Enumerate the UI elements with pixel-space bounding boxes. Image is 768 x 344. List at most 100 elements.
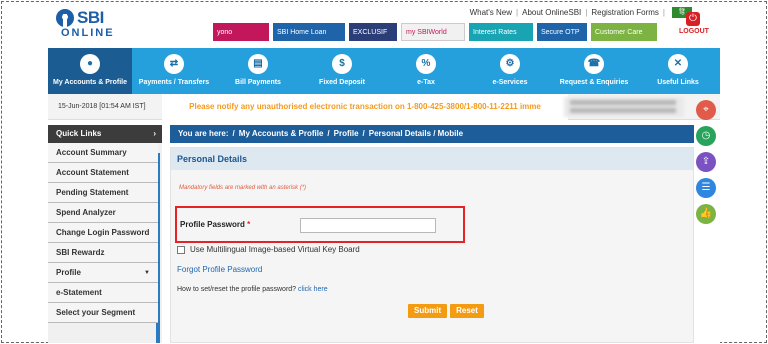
top-link-whats-new[interactable]: What's New bbox=[470, 8, 512, 17]
howto-text: How to set/reset the profile password? c… bbox=[177, 286, 328, 293]
sidebar-item-3[interactable]: Spend Analyzer bbox=[48, 203, 158, 223]
deposit-icon: $ bbox=[332, 54, 352, 74]
breadcrumb-separator: / bbox=[232, 129, 235, 138]
share-icon[interactable]: ⇪ bbox=[696, 152, 716, 172]
contact-icon[interactable]: ☰ bbox=[696, 178, 716, 198]
thumbs-up-icon[interactable]: 👍 bbox=[696, 204, 716, 224]
sbi-logo[interactable]: SBI ONLINE bbox=[56, 8, 116, 42]
sbi-page: SBI ONLINE What's New | About OnlineSBI … bbox=[48, 2, 720, 343]
nav-item-label: e-Services bbox=[492, 79, 528, 86]
banner-2[interactable]: EXCLUSIF bbox=[349, 23, 397, 41]
separator: | bbox=[585, 8, 588, 17]
sidebar-item-4[interactable]: Change Login Password bbox=[48, 223, 158, 243]
services-icon: ⚙ bbox=[500, 54, 520, 74]
screenshot: SBI ONLINE What's New | About OnlineSBI … bbox=[0, 0, 768, 344]
top-links: What's New | About OnlineSBI | Registrat… bbox=[470, 7, 692, 18]
submit-button[interactable]: Submit bbox=[408, 304, 448, 318]
forgot-password-link[interactable]: Forgot Profile Password bbox=[177, 265, 262, 274]
main-nav: ● My Accounts & Profile ⇄ Payments / Transf… bbox=[48, 48, 720, 94]
howto-label: How to set/reset the profile password? bbox=[177, 286, 297, 293]
nav-item-7[interactable]: ✕ Useful Links bbox=[636, 48, 720, 94]
sidebar-item-8[interactable]: Select your Segment bbox=[48, 303, 158, 323]
reset-button[interactable]: Reset bbox=[450, 304, 484, 318]
breadcrumb-item[interactable]: Personal Details / Mobile bbox=[369, 129, 463, 138]
panel-title: Personal Details bbox=[171, 148, 693, 170]
banner-6[interactable]: Customer Care bbox=[591, 23, 657, 41]
nav-item-label: e-Tax bbox=[417, 79, 435, 86]
personal-details-panel: Personal Details Mandatory fields are ma… bbox=[170, 147, 694, 343]
chevron-right-icon: › bbox=[153, 129, 156, 138]
nav-item-1[interactable]: ⇄ Payments / Transfers bbox=[132, 48, 216, 94]
banner-5[interactable]: Secure OTP bbox=[537, 23, 587, 41]
password-label-text: Profile Password bbox=[180, 220, 245, 229]
click-here-link[interactable]: click here bbox=[298, 286, 328, 293]
sidebar-item-label: SBI Rewardz bbox=[56, 248, 105, 257]
brand-subtitle: ONLINE bbox=[61, 27, 115, 39]
nav-item-4[interactable]: % e-Tax bbox=[384, 48, 468, 94]
nav-item-5[interactable]: ⚙ e-Services bbox=[468, 48, 552, 94]
security-alert: Please notify any unauthorised electroni… bbox=[162, 94, 568, 120]
breadcrumb-item: You are here: bbox=[178, 129, 229, 138]
nav-item-label: Bill Payments bbox=[235, 79, 281, 86]
bill-icon: ▤ bbox=[248, 54, 268, 74]
top-link-about[interactable]: About OnlineSBI bbox=[522, 8, 581, 17]
sidebar-item-label: Select your Segment bbox=[56, 308, 136, 317]
nav-item-3[interactable]: $ Fixed Deposit bbox=[300, 48, 384, 94]
session-datetime: 15-Jun-2018 [01:54 AM IST] bbox=[58, 103, 146, 110]
profile-password-highlight: Profile Password * bbox=[175, 206, 465, 243]
virtual-keyboard-checkbox[interactable] bbox=[177, 245, 185, 254]
banner-3[interactable]: my SBIWorld bbox=[401, 23, 465, 41]
sidebar-item-label: Pending Statement bbox=[56, 188, 129, 197]
promo-banners: yono SBI Home Loan EXCLUSIF my SBIWorld Inte… bbox=[213, 23, 661, 41]
quick-links-header[interactable]: Quick Links › bbox=[48, 125, 162, 143]
form-buttons: Submit Reset bbox=[408, 304, 487, 318]
sidebar-item-label: Profile bbox=[56, 268, 81, 277]
breadcrumb-item[interactable]: Profile bbox=[334, 129, 359, 138]
sidebar-item-label: Account Statement bbox=[56, 168, 129, 177]
sidebar-item-0[interactable]: Account Summary bbox=[48, 143, 158, 163]
logout-button[interactable]: ⏻ LOGOUT bbox=[679, 12, 709, 35]
profile-password-input[interactable] bbox=[300, 218, 436, 233]
required-asterisk: * bbox=[247, 220, 251, 229]
user-info-blurred bbox=[564, 97, 684, 117]
sidebar-item-label: e-Statement bbox=[56, 288, 102, 297]
nav-item-0[interactable]: ● My Accounts & Profile bbox=[48, 48, 132, 94]
nav-item-label: Request & Enquiries bbox=[559, 79, 629, 86]
sidebar-item-label: Account Summary bbox=[56, 148, 127, 157]
sidebar: Quick Links › Account Summary Account Sta… bbox=[48, 125, 162, 343]
profile-password-label: Profile Password * bbox=[180, 220, 250, 229]
sidebar-item-6[interactable]: Profile ▼ bbox=[48, 263, 158, 283]
clock-icon[interactable]: ◷ bbox=[696, 126, 716, 146]
sidebar-item-2[interactable]: Pending Statement bbox=[48, 183, 158, 203]
nav-item-label: Fixed Deposit bbox=[319, 79, 365, 86]
power-icon: ⏻ bbox=[686, 12, 700, 26]
sidebar-item-5[interactable]: SBI Rewardz bbox=[48, 243, 158, 263]
separator: | bbox=[516, 8, 519, 17]
sbi-logo-icon bbox=[56, 9, 74, 27]
nav-item-label: My Accounts & Profile bbox=[52, 79, 128, 86]
banner-0[interactable]: yono bbox=[213, 23, 269, 41]
nav-item-6[interactable]: ☎ Request & Enquiries bbox=[552, 48, 636, 94]
chevron-down-icon: ▼ bbox=[144, 270, 150, 276]
transfer-icon: ⇄ bbox=[164, 54, 184, 74]
sidebar-item-1[interactable]: Account Statement bbox=[48, 163, 158, 183]
main-content: You are here: / My Accounts & Profile / Prof… bbox=[170, 125, 694, 343]
location-icon[interactable]: ⌖ bbox=[696, 100, 716, 120]
virtual-keyboard-option[interactable]: Use Multilingual Image-based Virtual Key… bbox=[177, 245, 360, 254]
banner-4[interactable]: Interest Rates bbox=[469, 23, 533, 41]
top-link-registration-forms[interactable]: Registration Forms bbox=[591, 8, 659, 17]
sidebar-item-label: Change Login Password bbox=[56, 228, 150, 237]
breadcrumb-item[interactable]: My Accounts & Profile bbox=[239, 129, 324, 138]
mandatory-note: Mandatory fields are marked with an aste… bbox=[179, 185, 307, 191]
nav-item-label: Payments / Transfers bbox=[138, 79, 210, 86]
virtual-keyboard-label: Use Multilingual Image-based Virtual Key… bbox=[190, 245, 360, 254]
breadcrumb-separator: / bbox=[327, 129, 330, 138]
nav-item-2[interactable]: ▤ Bill Payments bbox=[216, 48, 300, 94]
nav-item-label: Useful Links bbox=[657, 79, 699, 86]
sidebar-item-label: Spend Analyzer bbox=[56, 208, 116, 217]
breadcrumb: You are here: / My Accounts & Profile / Prof… bbox=[170, 125, 694, 143]
banner-1[interactable]: SBI Home Loan bbox=[273, 23, 345, 41]
sidebar-item-7[interactable]: e-Statement bbox=[48, 283, 158, 303]
brand-name: SBI bbox=[77, 8, 104, 27]
links-icon: ✕ bbox=[668, 54, 688, 74]
